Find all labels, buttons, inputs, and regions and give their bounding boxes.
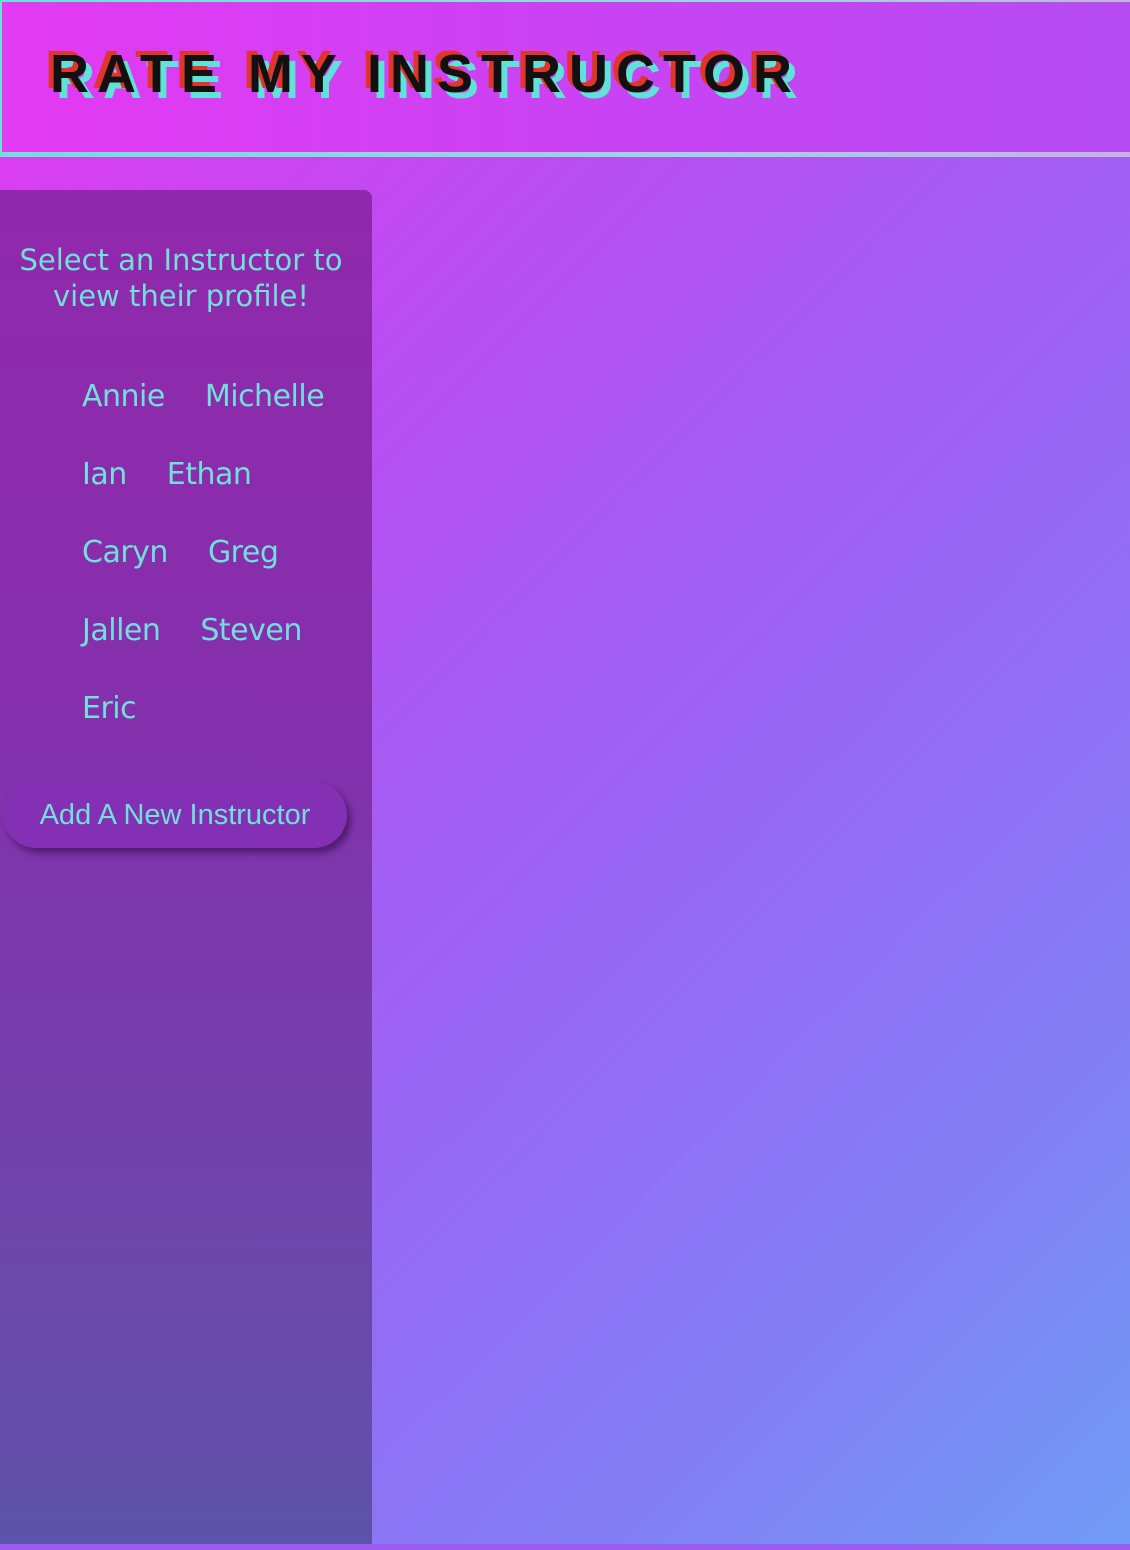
instructor-sidebar: Select an Instructor to view their profi… xyxy=(0,190,372,1544)
instructor-link-ethan[interactable]: Ethan xyxy=(167,448,252,502)
bottom-divider xyxy=(0,1544,1130,1550)
instructor-link-ian[interactable]: Ian xyxy=(82,448,127,502)
instructor-row: Jallen Steven xyxy=(82,604,342,682)
sidebar-heading-line-2: view their profile! xyxy=(52,279,309,313)
instructor-row: Eric xyxy=(82,682,342,760)
instructor-row: Annie Michelle xyxy=(82,370,342,448)
sidebar-heading-line-1: Select an Instructor to xyxy=(19,243,343,277)
instructor-link-jallen[interactable]: Jallen xyxy=(82,604,161,658)
instructor-link-michelle[interactable]: Michelle xyxy=(205,370,325,424)
instructor-list: Annie Michelle Ian Ethan Caryn Greg Jall… xyxy=(82,370,342,760)
add-instructor-button[interactable]: Add A New Instructor xyxy=(3,782,347,848)
app-title: RATE MY INSTRUCTOR xyxy=(50,44,801,104)
instructor-link-eric[interactable]: Eric xyxy=(82,682,137,736)
sidebar-heading: Select an Instructor to view their profi… xyxy=(0,242,362,314)
instructor-link-annie[interactable]: Annie xyxy=(82,370,165,424)
instructor-link-caryn[interactable]: Caryn xyxy=(82,526,168,580)
instructor-row: Ian Ethan xyxy=(82,448,342,526)
instructor-link-steven[interactable]: Steven xyxy=(200,604,302,658)
instructor-row: Caryn Greg xyxy=(82,526,342,604)
instructor-link-greg[interactable]: Greg xyxy=(208,526,279,580)
page-header: RATE MY INSTRUCTOR xyxy=(0,0,1130,157)
